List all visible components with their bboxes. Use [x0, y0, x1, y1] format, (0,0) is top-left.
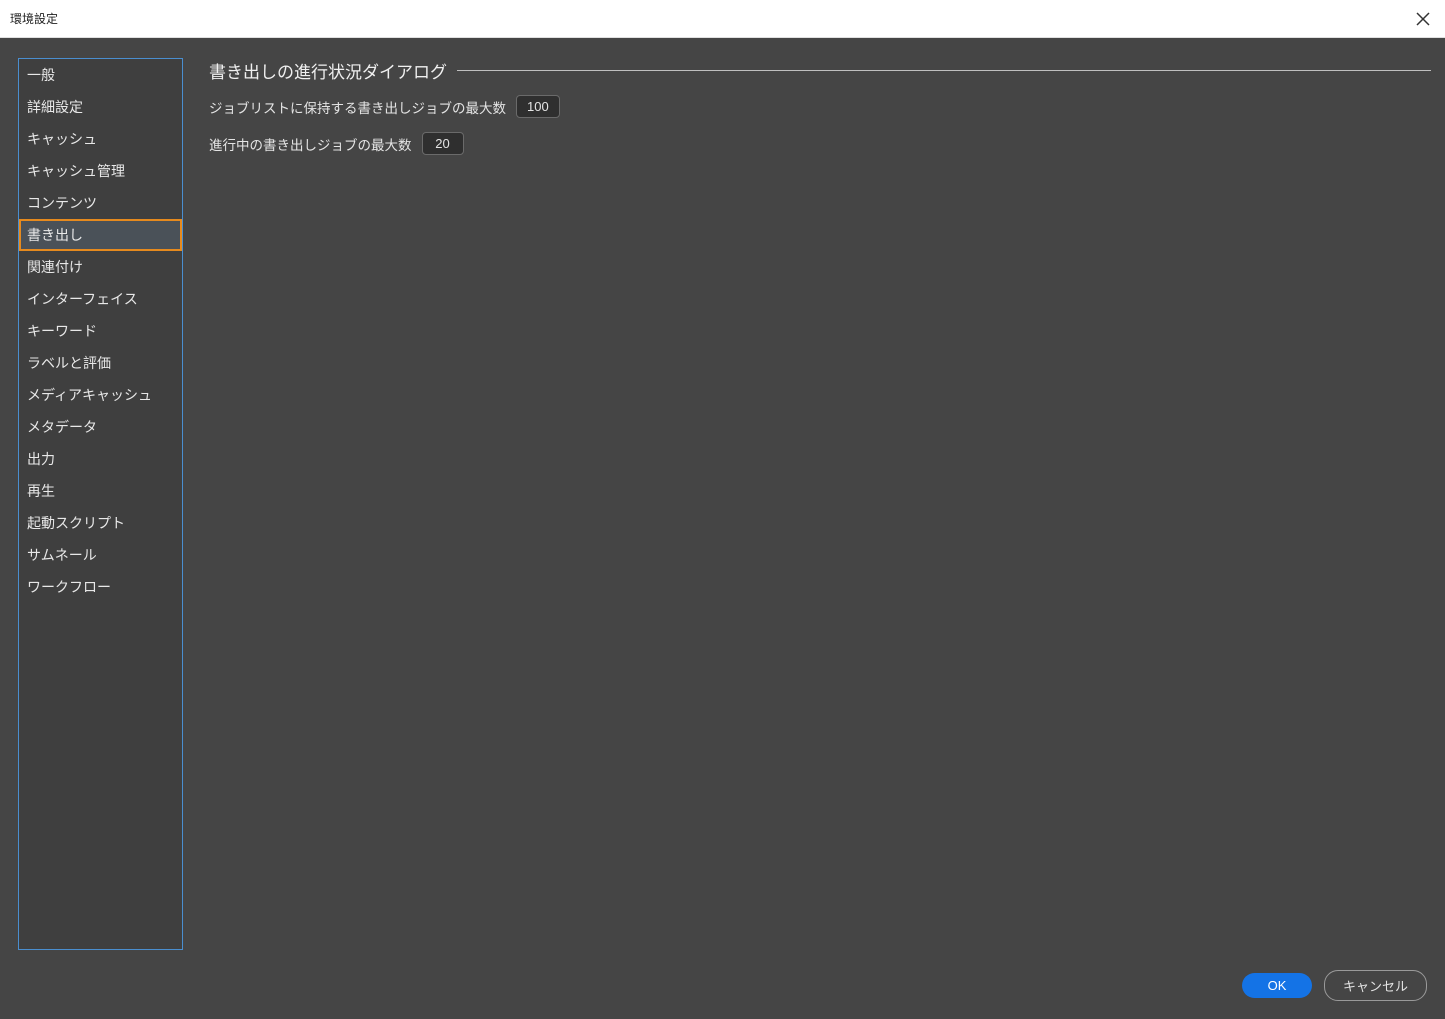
sidebar-item-advanced[interactable]: 詳細設定: [19, 91, 182, 123]
max-jobs-in-list-label: ジョブリストに保持する書き出しジョブの最大数: [209, 97, 506, 117]
sidebar-item-media-cache[interactable]: メディアキャッシュ: [19, 379, 182, 411]
titlebar: 環境設定: [0, 0, 1445, 38]
sidebar-item-export[interactable]: 書き出し: [19, 219, 182, 251]
sidebar-item-cache[interactable]: キャッシュ: [19, 123, 182, 155]
dialog-footer: OK キャンセル: [0, 960, 1445, 1019]
cancel-button[interactable]: キャンセル: [1324, 970, 1427, 1001]
sidebar-item-output[interactable]: 出力: [19, 443, 182, 475]
section-header: 書き出しの進行状況ダイアログ: [209, 58, 1431, 83]
max-concurrent-jobs-row: 進行中の書き出しジョブの最大数 20: [209, 132, 1431, 155]
main-panel: 書き出しの進行状況ダイアログ ジョブリストに保持する書き出しジョブの最大数 10…: [209, 58, 1431, 950]
content-row: 一般 詳細設定 キャッシュ キャッシュ管理 コンテンツ 書き出し 関連付け イン…: [0, 38, 1445, 960]
sidebar-item-workflow[interactable]: ワークフロー: [19, 571, 182, 603]
sidebar-item-startup-scripts[interactable]: 起動スクリプト: [19, 507, 182, 539]
max-concurrent-jobs-label: 進行中の書き出しジョブの最大数: [209, 134, 412, 154]
max-concurrent-jobs-input[interactable]: 20: [422, 132, 464, 155]
max-jobs-in-list-row: ジョブリストに保持する書き出しジョブの最大数 100: [209, 95, 1431, 118]
close-icon: [1416, 12, 1430, 26]
sidebar-item-metadata[interactable]: メタデータ: [19, 411, 182, 443]
section-title: 書き出しの進行状況ダイアログ: [209, 58, 447, 83]
max-jobs-in-list-input[interactable]: 100: [516, 95, 560, 118]
preferences-sidebar: 一般 詳細設定 キャッシュ キャッシュ管理 コンテンツ 書き出し 関連付け イン…: [18, 58, 183, 950]
sidebar-item-playback[interactable]: 再生: [19, 475, 182, 507]
sidebar-item-content[interactable]: コンテンツ: [19, 187, 182, 219]
section-divider: [457, 70, 1431, 71]
close-button[interactable]: [1411, 7, 1435, 31]
sidebar-item-keyword[interactable]: キーワード: [19, 315, 182, 347]
window-title: 環境設定: [10, 10, 58, 27]
sidebar-item-association[interactable]: 関連付け: [19, 251, 182, 283]
sidebar-item-cache-management[interactable]: キャッシュ管理: [19, 155, 182, 187]
sidebar-item-general[interactable]: 一般: [19, 59, 182, 91]
sidebar-item-label-rating[interactable]: ラベルと評価: [19, 347, 182, 379]
ok-button[interactable]: OK: [1242, 973, 1312, 998]
workarea: 一般 詳細設定 キャッシュ キャッシュ管理 コンテンツ 書き出し 関連付け イン…: [0, 38, 1445, 1019]
sidebar-item-interface[interactable]: インターフェイス: [19, 283, 182, 315]
sidebar-item-thumbnail[interactable]: サムネール: [19, 539, 182, 571]
